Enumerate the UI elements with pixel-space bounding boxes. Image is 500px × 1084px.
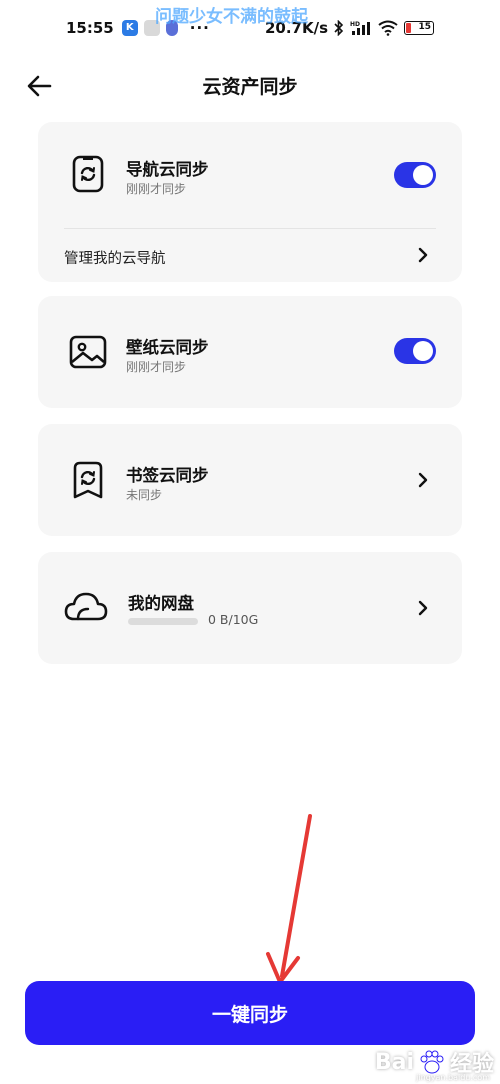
status-time: 15:55 (66, 19, 114, 37)
chevron-right-icon (418, 247, 428, 263)
nav-sync-toggle[interactable] (394, 162, 436, 188)
watermark-url: jingyan.baidu.com (416, 1073, 490, 1082)
wallpaper-sync-row: 壁纸云同步 刚刚才同步 (38, 296, 462, 400)
annotation-arrow (266, 814, 312, 984)
wallpaper-sync-toggle[interactable] (394, 338, 436, 364)
hd-label: HD (350, 21, 360, 28)
page-title: 云资产同步 (202, 76, 298, 98)
manage-cloud-nav-link[interactable]: 管理我的云导航 (38, 229, 462, 281)
battery-icon: 15 (404, 21, 434, 35)
storage-usage-bar (128, 618, 198, 625)
app-k-icon: K (121, 20, 138, 36)
cloud-drive-row: 我的网盘 0 B/10G (38, 552, 462, 656)
cloud-drive-title: 我的网盘 (128, 594, 194, 613)
manage-cloud-nav-label: 管理我的云导航 (64, 251, 166, 267)
signal-icon: HD (350, 21, 370, 35)
cloud-drive-card[interactable]: 我的网盘 0 B/10G (38, 552, 462, 664)
header: 云资产同步 (0, 60, 500, 110)
bookmark-sync-row: 书签云同步 未同步 (38, 424, 462, 528)
wallpaper-sync-title: 壁纸云同步 (126, 338, 209, 357)
nav-sync-card: 导航云同步 刚刚才同步 管理我的云导航 (38, 122, 462, 282)
watermark-brand: Bai (374, 1049, 414, 1075)
phone-sync-icon (72, 155, 104, 193)
wallpaper-sync-status: 刚刚才同步 (126, 360, 187, 374)
nav-sync-title: 导航云同步 (126, 160, 209, 179)
cloud-icon (64, 592, 108, 621)
chevron-right-icon (418, 600, 428, 616)
bookmark-sync-card[interactable]: 书签云同步 未同步 (38, 424, 462, 536)
bookmark-sync-icon (73, 461, 103, 499)
bookmark-sync-title: 书签云同步 (126, 466, 209, 485)
baidu-paw-icon (420, 1050, 444, 1074)
one-click-sync-button[interactable]: 一键同步 (25, 981, 475, 1045)
storage-usage-text: 0 B/10G (208, 612, 259, 627)
nav-sync-status: 刚刚才同步 (126, 182, 187, 196)
bookmark-sync-status: 未同步 (126, 488, 163, 502)
image-icon (69, 335, 107, 369)
toggle-knob (413, 165, 433, 185)
bluetooth-icon (334, 20, 344, 36)
nav-sync-row: 导航云同步 刚刚才同步 (38, 122, 462, 226)
chevron-right-icon (418, 472, 428, 488)
watermark-top: 问题少女不满的鼓起 (155, 7, 308, 27)
toggle-knob (413, 341, 433, 361)
wifi-icon (378, 20, 398, 36)
battery-level: 15 (418, 22, 431, 32)
wallpaper-sync-card: 壁纸云同步 刚刚才同步 (38, 296, 462, 408)
